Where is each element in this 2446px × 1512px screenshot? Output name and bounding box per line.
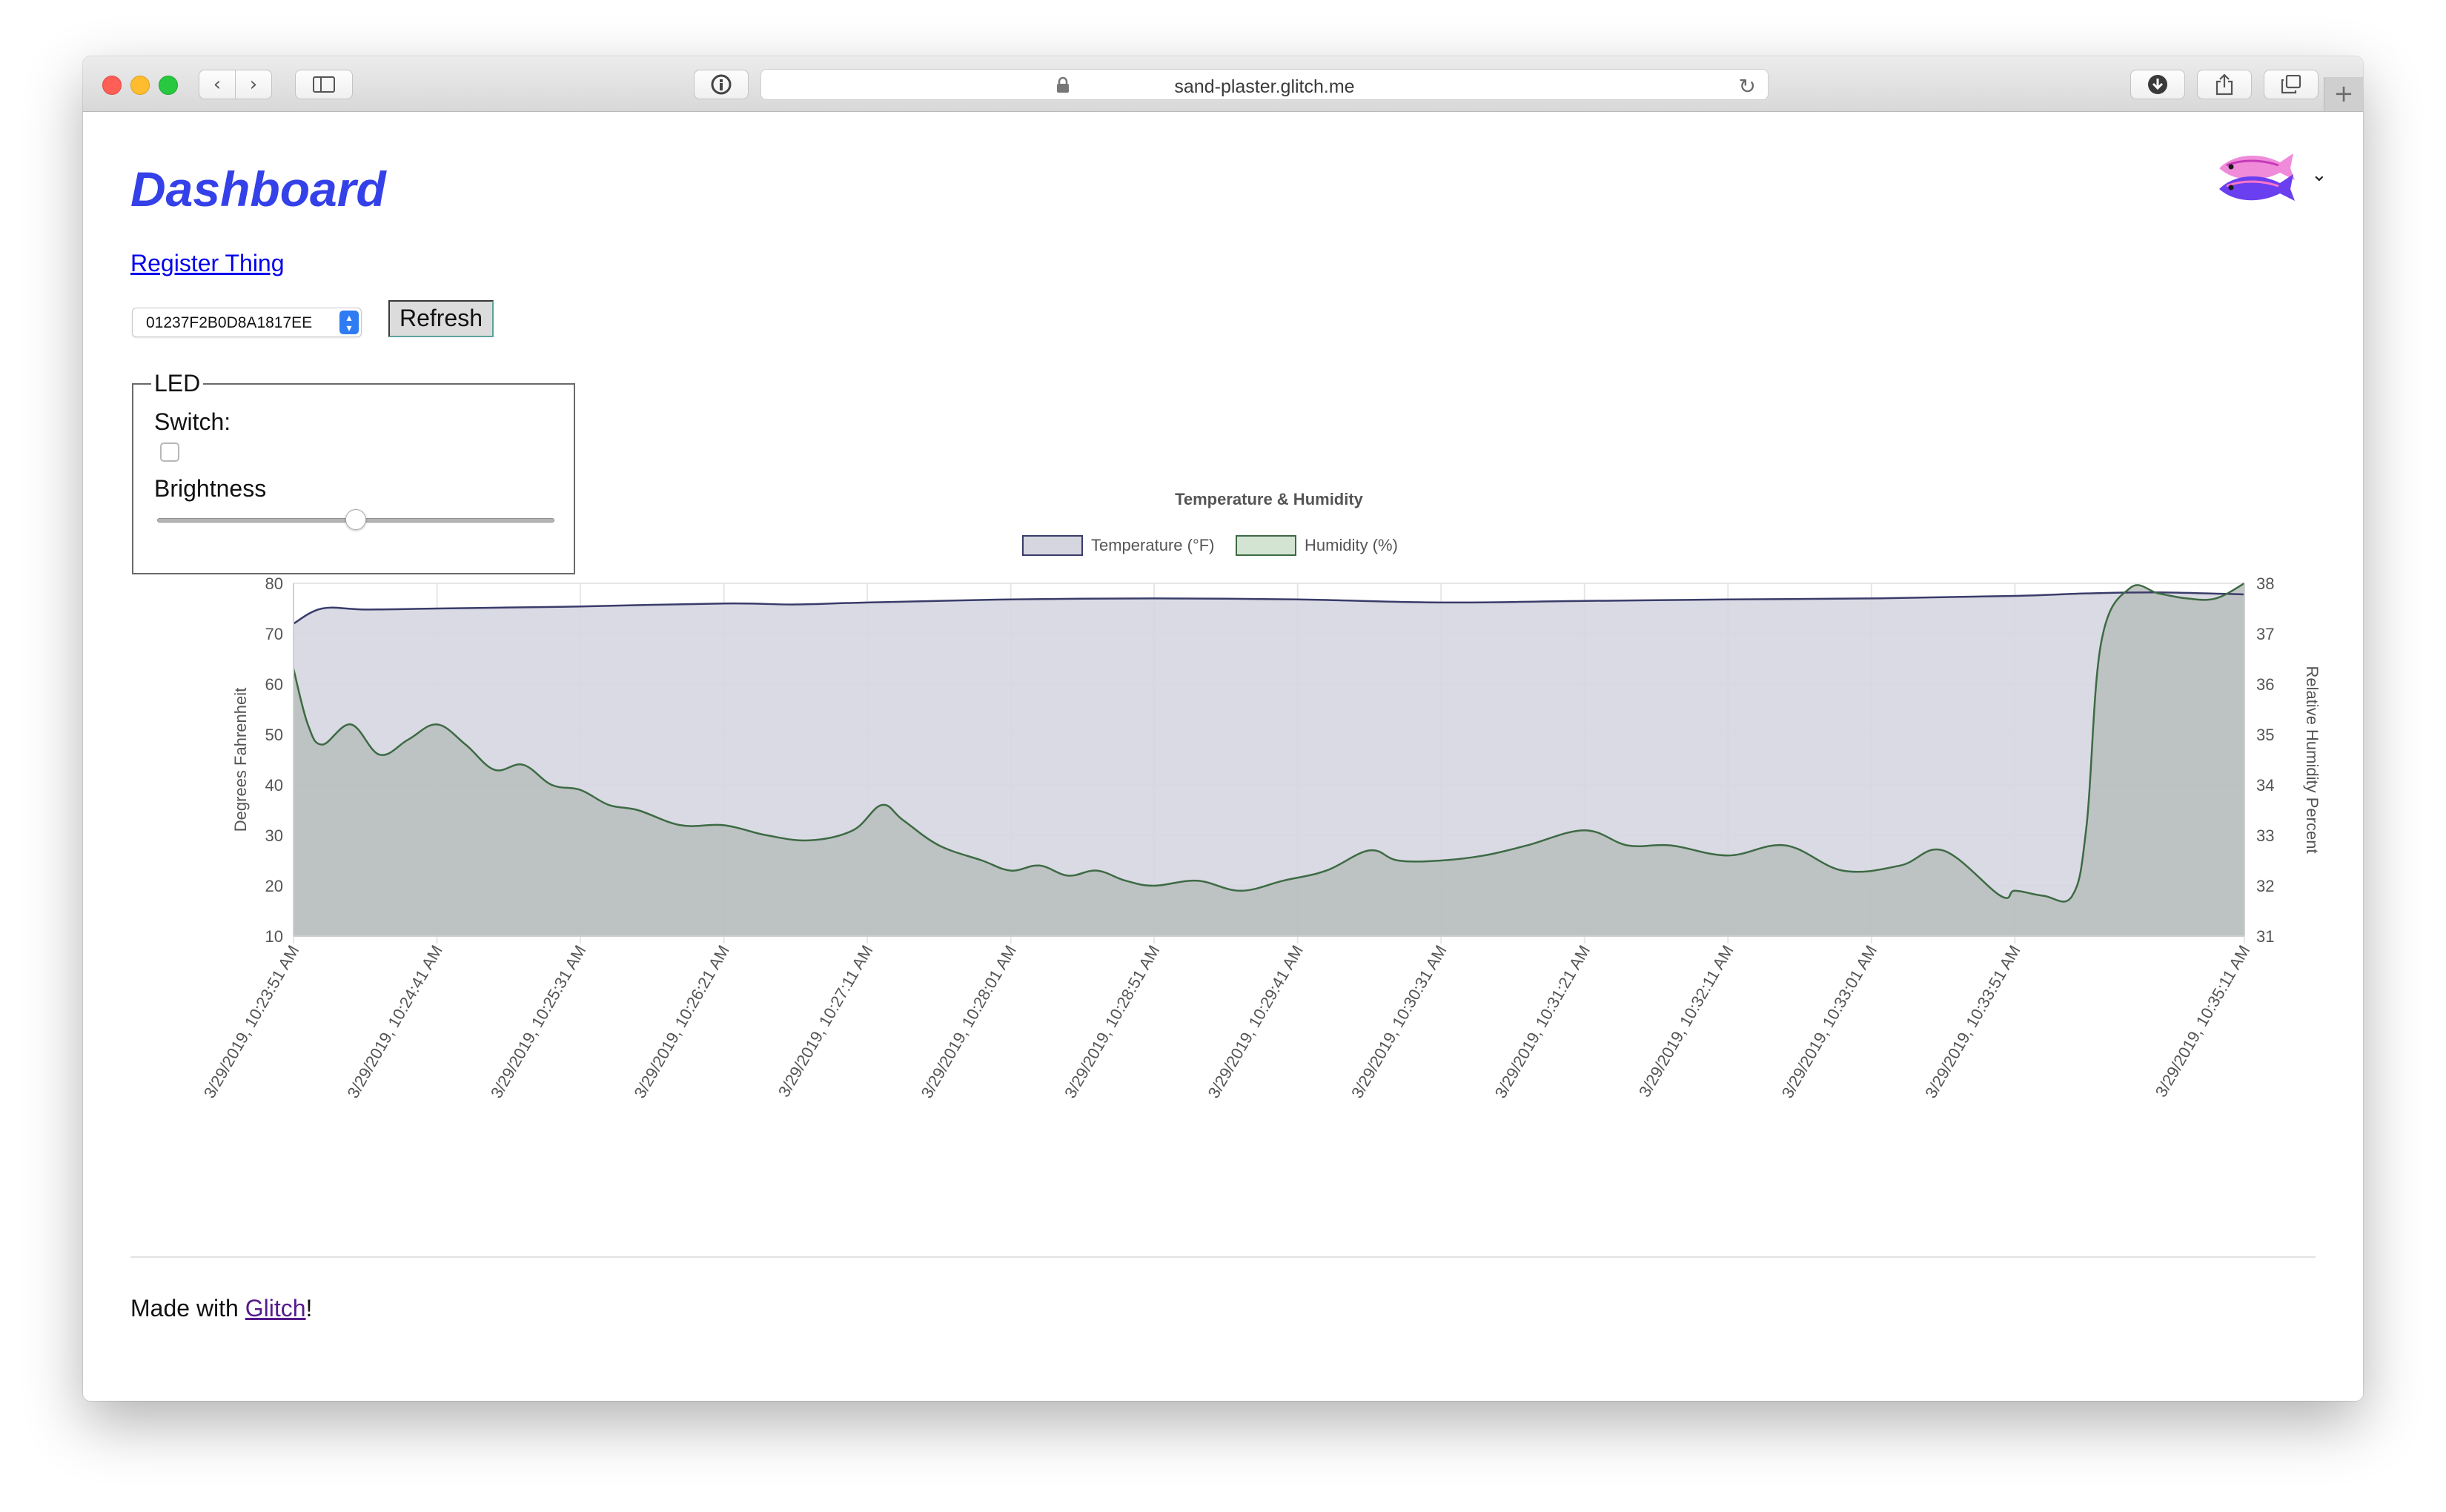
y-left-tick-label: 40 [265, 776, 283, 795]
minimize-window-button[interactable] [130, 76, 150, 95]
browser-toolbar: ‹ › sand-plaster.glitch.me ↻ + [83, 56, 2363, 112]
x-tick-label: 3/29/2019, 10:33:51 AM [1921, 942, 2024, 1101]
new-tab-button[interactable]: + [2324, 77, 2363, 111]
legend-swatch-temperature [1022, 535, 1083, 556]
tabs-overview-button[interactable] [2264, 70, 2319, 99]
zoom-window-button[interactable] [159, 76, 178, 95]
downloads-button[interactable] [2130, 70, 2185, 99]
x-tick-label: 3/29/2019, 10:28:01 AM [918, 942, 1020, 1101]
y-left-tick-label: 50 [265, 726, 283, 744]
chart-title: Temperature & Humidity [1175, 490, 1364, 508]
tabs-icon [2281, 75, 2301, 94]
glitch-link[interactable]: Glitch [245, 1295, 306, 1322]
y-left-tick-label: 20 [265, 877, 283, 895]
share-icon [2215, 73, 2233, 96]
y-left-axis-label: Degrees Fahrenheit [231, 688, 250, 832]
x-tick-label: 3/29/2019, 10:30:31 AM [1348, 942, 1450, 1101]
address-url: sand-plaster.glitch.me [1174, 76, 1355, 97]
legend-label-humidity: Humidity (%) [1305, 536, 1398, 554]
download-icon [2148, 75, 2167, 94]
y-right-tick-label: 38 [2256, 574, 2274, 593]
x-tick-label: 3/29/2019, 10:27:11 AM [775, 942, 877, 1100]
x-tick-label: 3/29/2019, 10:24:41 AM [343, 942, 445, 1101]
footer-suffix: ! [305, 1295, 313, 1322]
y-right-tick-label: 32 [2256, 877, 2274, 895]
page-content: Dashboard ⌄ Register Thing 01237F2B0D8A1… [83, 112, 2363, 1401]
address-bar[interactable]: sand-plaster.glitch.me ↻ [760, 69, 1769, 100]
privacy-report-button[interactable] [694, 70, 749, 99]
x-tick-label: 3/29/2019, 10:28:51 AM [1061, 942, 1163, 1101]
y-left-tick-label: 10 [265, 927, 283, 946]
x-tick-label: 3/29/2019, 10:23:51 AM [200, 942, 302, 1101]
info-icon [711, 74, 732, 95]
y-left-tick-label: 70 [265, 625, 283, 643]
close-window-button[interactable] [102, 76, 122, 95]
y-right-tick-label: 31 [2256, 927, 2274, 946]
y-right-tick-label: 36 [2256, 675, 2274, 694]
plus-icon: + [2333, 79, 2354, 107]
x-tick-label: 3/29/2019, 10:32:11 AM [1635, 942, 1737, 1100]
y-right-tick-label: 34 [2256, 776, 2274, 795]
legend-label-temperature: Temperature (°F) [1091, 536, 1215, 554]
x-tick-label: 3/29/2019, 10:25:31 AM [487, 942, 589, 1101]
back-button[interactable]: ‹ [199, 70, 236, 99]
chevron-left-icon: ‹ [213, 73, 222, 96]
sidebar-button[interactable] [295, 70, 353, 99]
y-right-tick-label: 35 [2256, 726, 2274, 744]
y-left-tick-label: 80 [265, 574, 283, 593]
footer: Made with Glitch! [130, 1295, 312, 1322]
legend-swatch-humidity [1236, 535, 1296, 556]
browser-window: ‹ › sand-plaster.glitch.me ↻ + Dashboard… [83, 56, 2363, 1401]
x-tick-label: 3/29/2019, 10:35:11 AM [2152, 942, 2254, 1100]
y-left-tick-label: 60 [265, 675, 283, 694]
footer-divider [130, 1256, 2316, 1258]
x-tick-label: 3/29/2019, 10:29:41 AM [1204, 942, 1307, 1101]
x-tick-label: 3/29/2019, 10:33:01 AM [1778, 942, 1880, 1101]
temperature-humidity-chart: Temperature & Humidity Temperature (°F) Hu… [200, 490, 2321, 1101]
forward-button[interactable]: › [235, 70, 272, 99]
x-tick-label: 3/29/2019, 10:26:21 AM [630, 942, 732, 1101]
footer-prefix: Made with [130, 1295, 245, 1322]
y-right-tick-label: 37 [2256, 625, 2274, 643]
sidebar-icon [313, 76, 335, 93]
y-right-axis-label: Relative Humidity Percent [2303, 666, 2321, 853]
reload-icon[interactable]: ↻ [1739, 74, 1756, 99]
x-tick-label: 3/29/2019, 10:31:21 AM [1491, 942, 1594, 1101]
chevron-right-icon: › [249, 73, 258, 96]
share-button[interactable] [2197, 70, 2252, 99]
y-left-tick-label: 30 [265, 826, 283, 845]
y-right-tick-label: 33 [2256, 826, 2274, 845]
